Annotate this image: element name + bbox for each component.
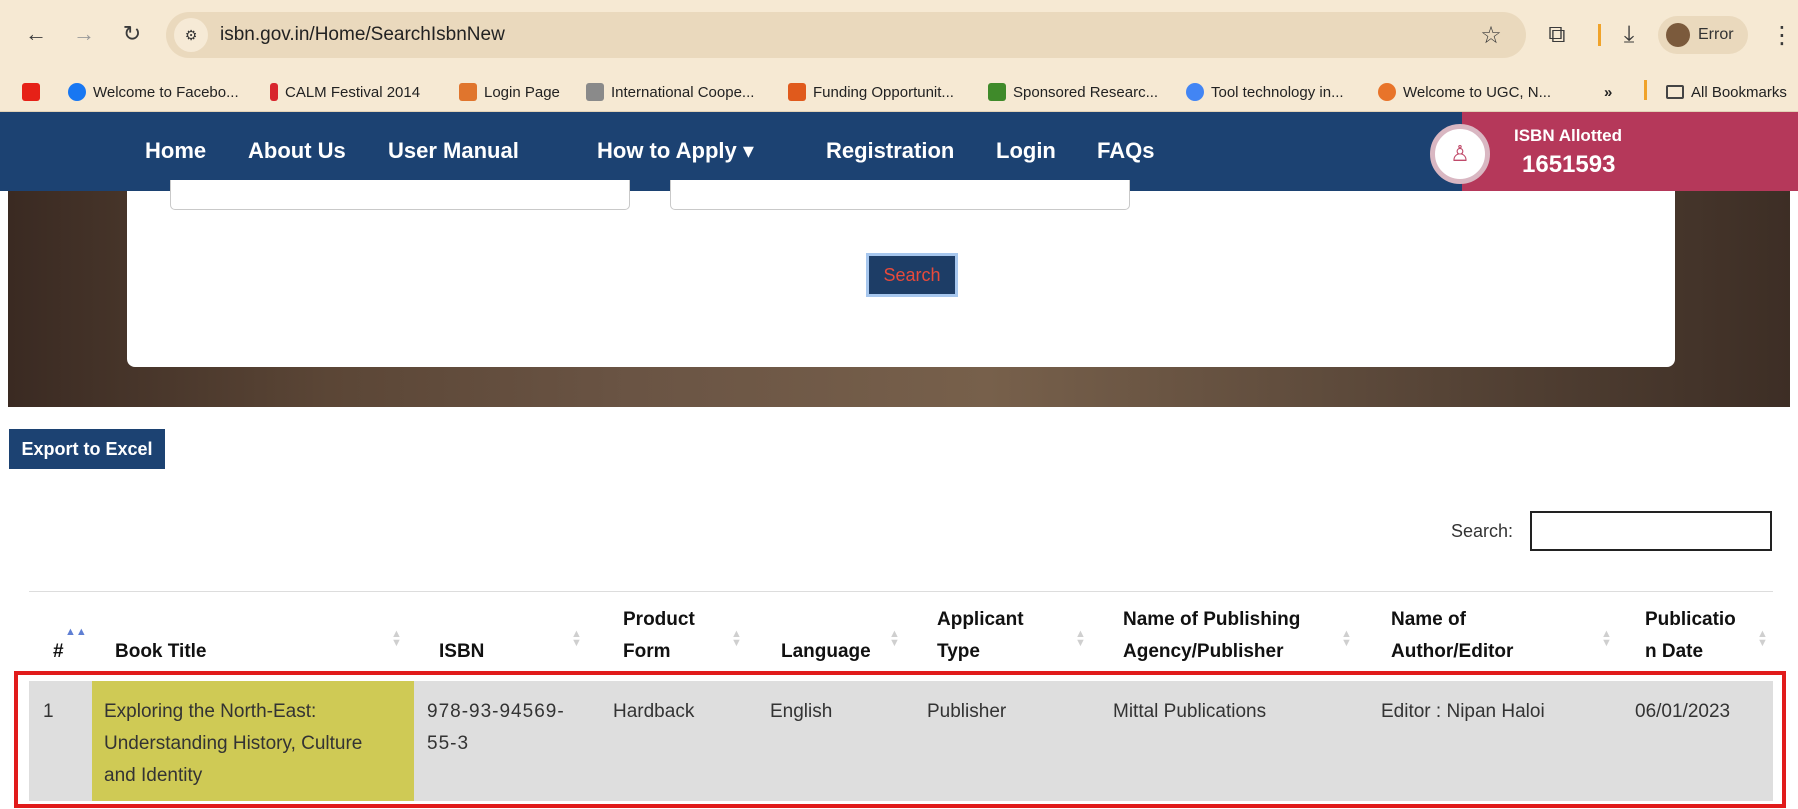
col-header-line2: Type — [937, 641, 980, 662]
sort-icon[interactable]: ▲ ▼ — [1757, 629, 1768, 649]
col-header-line1: Publicatio — [1645, 609, 1736, 630]
shield-icon — [788, 83, 806, 101]
facebook-icon — [68, 83, 86, 101]
profile-avatar-icon — [1666, 23, 1690, 47]
table-search-input[interactable] — [1530, 511, 1772, 551]
col-header-label: Book Title — [115, 641, 207, 662]
bookmark-label: Tool technology in... — [1211, 83, 1344, 101]
col-header-author-editor[interactable]: Name of Author/Editor — [1391, 604, 1513, 668]
sort-icon[interactable]: ▲ ▼ — [571, 629, 582, 649]
col-header-label: Language — [781, 641, 871, 662]
forward-icon[interactable]: → — [68, 18, 100, 50]
url-text[interactable]: isbn.gov.in/Home/SearchIsbnNew — [220, 24, 505, 46]
bookmarks-bar: Welcome to Facebo... CALM Festival 2014 … — [0, 70, 1798, 112]
bookmark-label: Login Page — [484, 83, 560, 101]
nav-home[interactable]: Home — [145, 138, 206, 164]
sort-icon[interactable]: ▲ ▼ — [889, 629, 900, 649]
bookmark-label: CALM Festival 2014 — [285, 83, 421, 101]
col-header-line2: Agency/Publisher — [1123, 641, 1284, 662]
bookmark-ugc[interactable]: Welcome to UGC, N... — [1378, 80, 1551, 104]
sort-icon[interactable]: ▲ ▼ — [391, 629, 402, 649]
col-header-label: ISBN — [439, 641, 485, 662]
bookmark-label: Welcome to UGC, N... — [1403, 83, 1552, 101]
col-header-line1: Name of — [1391, 609, 1466, 630]
nav-login[interactable]: Login — [996, 138, 1056, 164]
nav-faqs[interactable]: FAQs — [1097, 138, 1154, 164]
youtube-icon — [22, 83, 40, 101]
sort-icon[interactable]: ▲ ▼ — [731, 629, 742, 649]
browser-toolbar: ← → ↻ ⚙ isbn.gov.in/Home/SearchIsbnNew ☆… — [0, 0, 1798, 70]
isbn-allotted-label: ISBN Allotted — [1514, 126, 1622, 145]
sort-icon[interactable]: ▲ ▼ — [1601, 629, 1612, 649]
nav-user-manual[interactable]: User Manual — [388, 138, 519, 164]
extensions-icon[interactable]: ⧉ — [1540, 18, 1574, 52]
table-search-label: Search: — [1451, 521, 1514, 541]
col-header-line2: n Date — [1645, 641, 1704, 662]
google-icon — [1186, 83, 1204, 101]
col-header-book-title[interactable]: Book Title — [115, 636, 207, 668]
col-header-line2: Author/Editor — [1391, 641, 1514, 662]
col-header-publication-date[interactable]: Publicatio n Date — [1645, 604, 1736, 668]
profile-label: Error — [1698, 26, 1734, 43]
bookmark-international[interactable]: International Coope... — [586, 80, 754, 104]
col-header-line1: Name of Publishing — [1123, 609, 1301, 630]
bookmark-login-page[interactable]: Login Page — [459, 80, 560, 104]
nav-how-to-apply[interactable]: How to Apply ▾ — [597, 138, 754, 164]
col-header-line1: Product — [623, 609, 695, 630]
bookmark-calm[interactable]: CALM Festival 2014 — [270, 80, 420, 104]
bookmark-youtube[interactable] — [22, 80, 40, 104]
sponsored-icon — [988, 83, 1006, 101]
bookmarks-divider — [1644, 80, 1647, 100]
reload-icon[interactable]: ↻ — [116, 18, 148, 50]
search-button[interactable]: Search — [866, 253, 958, 297]
sort-icon[interactable]: ▲ ▼ — [1075, 629, 1086, 649]
nav-about-us[interactable]: About Us — [248, 138, 346, 164]
col-header-product-form[interactable]: Product Form — [623, 604, 695, 668]
language-select[interactable] — [670, 180, 1130, 210]
isbn-allotted-count: 1651593 — [1522, 151, 1616, 178]
col-header-line2: Form — [623, 641, 671, 662]
table-header: # ▲▲ Book Title ▲ ▼ ISBN ▲ ▼ Product Form … — [29, 591, 1773, 681]
profile-button[interactable]: Error — [1658, 16, 1748, 54]
col-header-label: # — [53, 641, 64, 662]
sort-asc-icon[interactable]: ▲▲ — [65, 627, 87, 638]
bookmark-label: International Coope... — [611, 83, 755, 101]
col-header-line1: Applicant — [937, 609, 1024, 630]
annotation-highlight-box — [14, 671, 1786, 808]
ugc-icon — [1378, 83, 1396, 101]
bookmark-label: Sponsored Researc... — [1013, 83, 1159, 101]
col-header-applicant-type[interactable]: Applicant Type — [937, 604, 1024, 668]
toolbar-divider — [1598, 24, 1601, 46]
col-header-index[interactable]: # — [53, 636, 64, 668]
emblem-icon — [586, 83, 604, 101]
col-header-publisher[interactable]: Name of Publishing Agency/Publisher — [1123, 604, 1300, 668]
login-page-icon — [459, 83, 477, 101]
export-to-excel-button[interactable]: Export to Excel — [9, 429, 165, 469]
bookmark-facebook[interactable]: Welcome to Facebo... — [68, 80, 239, 104]
product-form-select[interactable] — [170, 180, 630, 210]
menu-icon[interactable]: ⋮ — [1770, 18, 1794, 52]
folder-icon — [1666, 85, 1684, 99]
col-header-isbn[interactable]: ISBN — [439, 636, 484, 668]
nav-registration[interactable]: Registration — [826, 138, 954, 164]
user-icon: ♙ — [1430, 124, 1490, 184]
bookmark-funding[interactable]: Funding Opportunit... — [788, 80, 954, 104]
bookmark-tool-technology[interactable]: Tool technology in... — [1186, 80, 1344, 104]
back-icon[interactable]: ← — [20, 18, 52, 50]
address-bar[interactable]: ⚙ isbn.gov.in/Home/SearchIsbnNew — [166, 12, 1526, 58]
sort-icon[interactable]: ▲ ▼ — [1341, 629, 1352, 649]
col-header-language[interactable]: Language — [781, 636, 871, 668]
bookmark-star-icon[interactable]: ☆ — [1474, 18, 1508, 52]
download-icon[interactable]: ⤓ — [1612, 18, 1646, 52]
all-bookmarks-label: All Bookmarks — [1691, 83, 1787, 101]
site-info-icon[interactable]: ⚙ — [174, 18, 208, 52]
bookmark-label: Funding Opportunit... — [813, 83, 954, 101]
all-bookmarks-button[interactable]: All Bookmarks — [1666, 80, 1787, 104]
calm-icon — [270, 83, 278, 101]
bookmark-sponsored[interactable]: Sponsored Researc... — [988, 80, 1158, 104]
isbn-allotted-panel — [1462, 112, 1798, 191]
more-bookmarks-button[interactable]: » — [1604, 80, 1612, 104]
bookmark-label: Welcome to Facebo... — [93, 83, 239, 101]
